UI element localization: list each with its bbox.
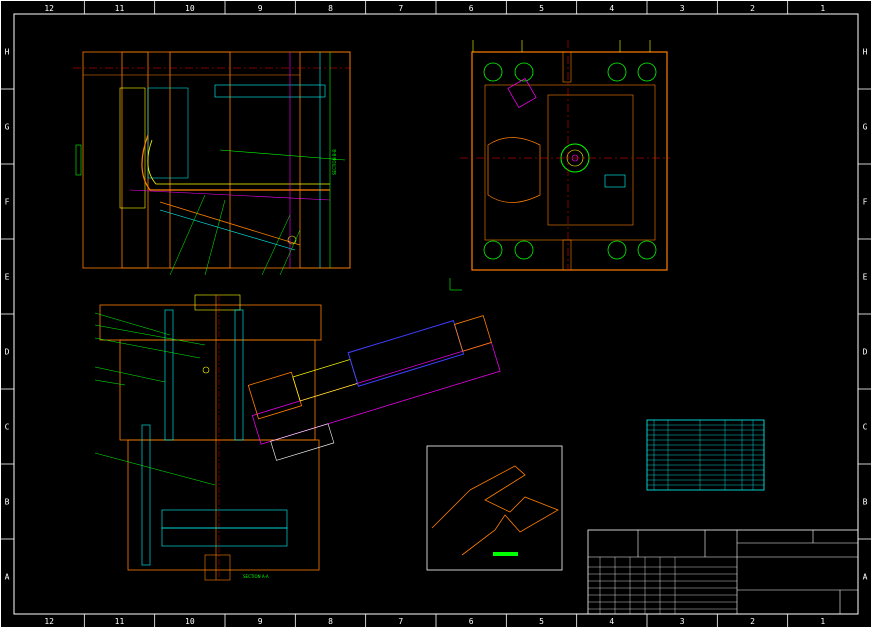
- zone-column-label-bottom: 3: [680, 617, 685, 626]
- zone-column-label-top: 5: [539, 4, 544, 13]
- zone-column-label-bottom: 4: [609, 617, 614, 626]
- zone-row-label-right: G: [863, 123, 868, 132]
- outer-border: [0, 0, 872, 628]
- zone-column-label-bottom: 7: [398, 617, 403, 626]
- zone-column-label-bottom: 2: [750, 617, 755, 626]
- zone-column-label-bottom: 9: [258, 617, 263, 626]
- zone-column-label-top: 7: [398, 4, 403, 13]
- zone-grid: 12 11 10 9 8 7 6 5 4 3 2 1 12 11 10 9 8 7 6 5 4 3 2 1 H G F E D C B A H G…: [0, 0, 872, 628]
- zone-row-label-right: B: [863, 498, 868, 507]
- side-view-label: SECTION B-B: [332, 149, 337, 175]
- zone-row-label-right: E: [863, 273, 868, 282]
- zone-column-label-top: 3: [680, 4, 685, 13]
- zone-column-label-bottom: 8: [328, 617, 333, 626]
- zone-column-label-top: 12: [44, 4, 54, 13]
- zone-row-label-right: A: [863, 573, 868, 582]
- zone-column-label-top: 9: [258, 4, 263, 13]
- zone-row-label-right: D: [863, 348, 868, 357]
- zone-row-label-left: A: [5, 573, 10, 582]
- slide-assembly: [247, 315, 501, 461]
- zone-column-label-bottom: 11: [115, 617, 125, 626]
- zone-column-label-top: 10: [185, 4, 195, 13]
- front-view-label: SECTION A-A: [243, 574, 269, 579]
- zone-row-label-left: G: [5, 123, 10, 132]
- zone-column-label-top: 1: [820, 4, 825, 13]
- zone-row-label-left: E: [5, 273, 10, 282]
- zone-row-label-right: H: [863, 48, 868, 57]
- zone-column-label-top: 8: [328, 4, 333, 13]
- zone-row-label-left: C: [5, 423, 10, 432]
- top-view-plate: [449, 40, 670, 291]
- zone-column-label-bottom: 6: [469, 617, 474, 626]
- cad-drawing-sheet: 12 11 10 9 8 7 6 5 4 3 2 1 12 11 10 9 8 7 6 5 4 3 2 1 H G F E D C B A H G…: [0, 0, 872, 628]
- zone-column-label-top: 4: [609, 4, 614, 13]
- zone-row-label-right: C: [863, 423, 868, 432]
- zone-column-label-top: 6: [469, 4, 474, 13]
- title-block: [587, 529, 859, 615]
- front-view-section: SECTION A-A: [94, 294, 322, 581]
- zone-row-label-left: D: [5, 348, 10, 357]
- zone-column-label-bottom: 12: [44, 617, 54, 626]
- zone-row-label-left: H: [5, 48, 10, 57]
- zone-row-label-left: B: [5, 498, 10, 507]
- side-view-section: SECTION B-B: [73, 51, 351, 276]
- isometric-part-view: [426, 445, 563, 571]
- zone-column-label-top: 11: [115, 4, 125, 13]
- zone-column-label-bottom: 10: [185, 617, 195, 626]
- zone-column-label-bottom: 5: [539, 617, 544, 626]
- zone-row-label-left: F: [5, 198, 10, 207]
- zone-column-label-bottom: 1: [820, 617, 825, 626]
- zone-column-label-top: 2: [750, 4, 755, 13]
- zone-row-label-right: F: [863, 198, 868, 207]
- bill-of-materials-table: [646, 419, 765, 491]
